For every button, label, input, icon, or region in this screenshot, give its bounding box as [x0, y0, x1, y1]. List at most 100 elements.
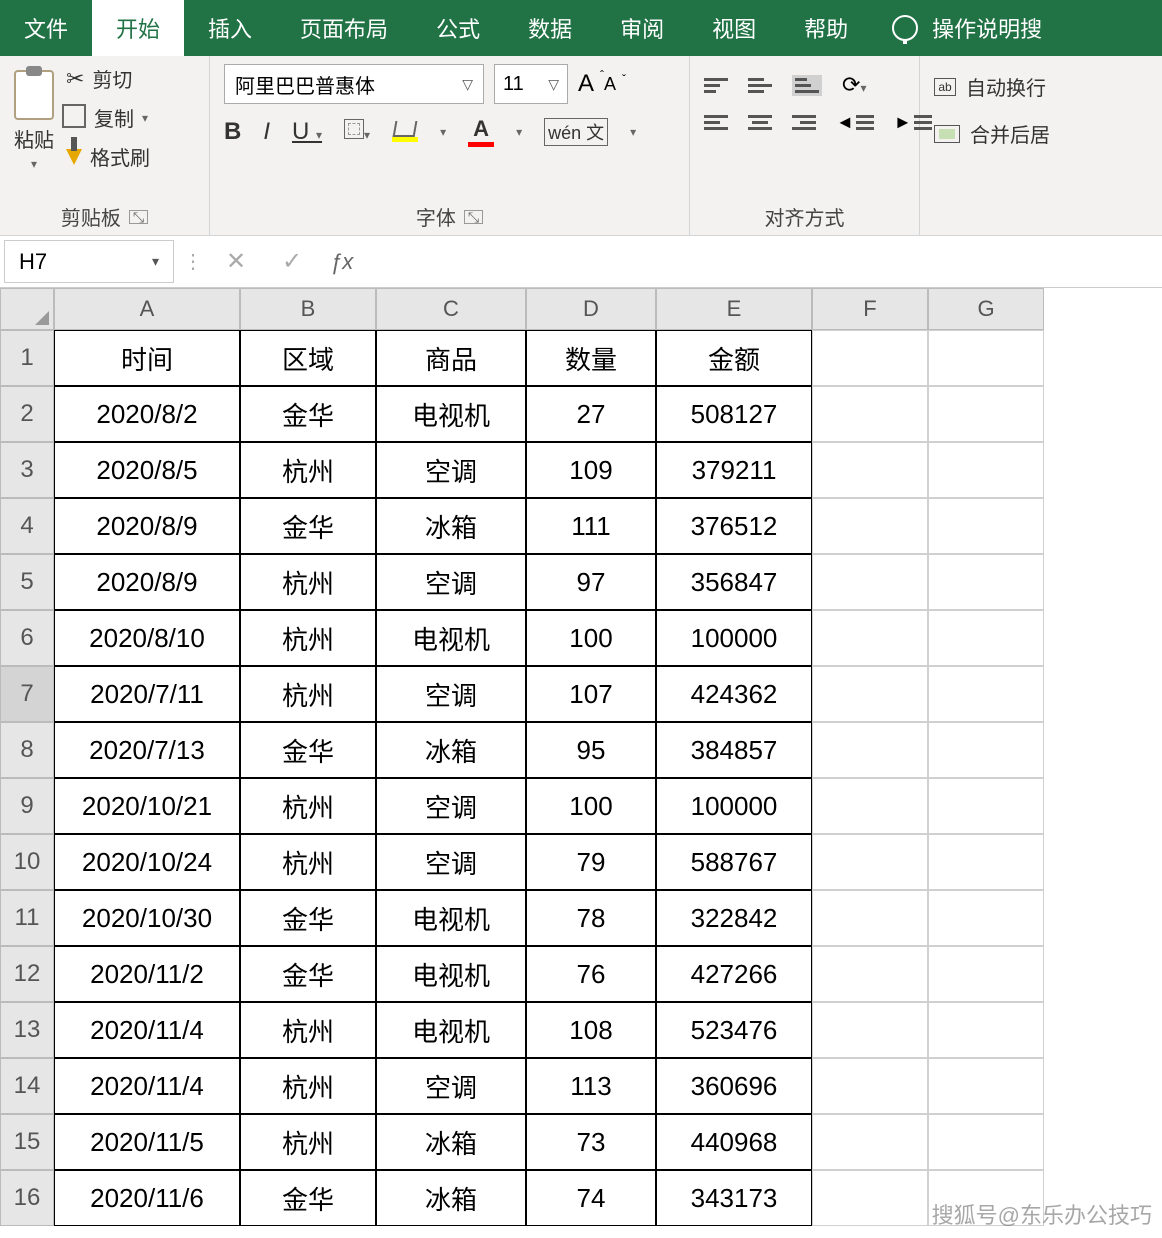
font-size-select[interactable]: 11▽: [494, 64, 568, 104]
cell[interactable]: [928, 834, 1044, 890]
cell[interactable]: 109: [526, 442, 656, 498]
worksheet-grid[interactable]: ABCDEFG1时间区域商品数量金额22020/8/2金华电视机27508127…: [0, 288, 1162, 1226]
formula-input[interactable]: [363, 236, 1162, 287]
row-header[interactable]: 14: [0, 1058, 54, 1114]
align-middle-button[interactable]: [748, 78, 772, 93]
cell[interactable]: 76: [526, 946, 656, 1002]
cell[interactable]: [928, 778, 1044, 834]
cell[interactable]: 区域: [240, 330, 376, 386]
cell[interactable]: 322842: [656, 890, 812, 946]
dialog-launcher-icon[interactable]: ⤡: [129, 210, 148, 224]
cell[interactable]: 杭州: [240, 1114, 376, 1170]
col-header-E[interactable]: E: [656, 288, 812, 330]
cell[interactable]: 金额: [656, 330, 812, 386]
cell[interactable]: [812, 666, 928, 722]
cell[interactable]: 73: [526, 1114, 656, 1170]
row-header[interactable]: 12: [0, 946, 54, 1002]
col-header-F[interactable]: F: [812, 288, 928, 330]
cell[interactable]: [928, 890, 1044, 946]
tab-视图[interactable]: 视图: [688, 0, 780, 56]
align-top-button[interactable]: [704, 78, 728, 93]
cell[interactable]: 2020/7/13: [54, 722, 240, 778]
cell[interactable]: [928, 554, 1044, 610]
cell[interactable]: 100000: [656, 778, 812, 834]
row-header[interactable]: 13: [0, 1002, 54, 1058]
cell[interactable]: 376512: [656, 498, 812, 554]
cell[interactable]: 2020/11/4: [54, 1058, 240, 1114]
phonetic-button[interactable]: wén 文: [544, 118, 608, 146]
cell[interactable]: 2020/8/5: [54, 442, 240, 498]
cell[interactable]: 108: [526, 1002, 656, 1058]
cell[interactable]: 74: [526, 1170, 656, 1226]
row-header[interactable]: 3: [0, 442, 54, 498]
cell[interactable]: 2020/8/9: [54, 554, 240, 610]
tab-文件[interactable]: 文件: [0, 0, 92, 56]
cell[interactable]: 343173: [656, 1170, 812, 1226]
cell[interactable]: [928, 1170, 1044, 1226]
col-header-D[interactable]: D: [526, 288, 656, 330]
row-header[interactable]: 8: [0, 722, 54, 778]
border-button[interactable]: ▾: [344, 118, 370, 146]
cell[interactable]: [812, 1058, 928, 1114]
row-header[interactable]: 6: [0, 610, 54, 666]
cell[interactable]: 电视机: [376, 1002, 526, 1058]
tell-me[interactable]: 操作说明搜: [932, 12, 1042, 44]
cell[interactable]: [928, 1114, 1044, 1170]
cell[interactable]: 空调: [376, 834, 526, 890]
cell[interactable]: 2020/8/9: [54, 498, 240, 554]
cell[interactable]: 数量: [526, 330, 656, 386]
cell[interactable]: 2020/11/2: [54, 946, 240, 1002]
row-header[interactable]: 5: [0, 554, 54, 610]
fx-icon[interactable]: ƒx: [320, 236, 363, 287]
paste-button[interactable]: 粘贴 ▾: [14, 64, 54, 171]
cell[interactable]: 金华: [240, 498, 376, 554]
cell[interactable]: [812, 554, 928, 610]
row-header[interactable]: 1: [0, 330, 54, 386]
decrease-font-button[interactable]: Aˇ: [604, 74, 616, 95]
cell[interactable]: 2020/10/30: [54, 890, 240, 946]
align-center-button[interactable]: [748, 115, 772, 130]
row-header[interactable]: 2: [0, 386, 54, 442]
cell[interactable]: 空调: [376, 666, 526, 722]
cell[interactable]: 金华: [240, 1170, 376, 1226]
align-bottom-button[interactable]: [792, 75, 822, 96]
cell[interactable]: 杭州: [240, 442, 376, 498]
select-all-corner[interactable]: [0, 288, 54, 330]
cell[interactable]: 379211: [656, 442, 812, 498]
cell[interactable]: 78: [526, 890, 656, 946]
copy-button[interactable]: 复制▾: [66, 103, 150, 132]
cell[interactable]: 冰箱: [376, 1170, 526, 1226]
cell[interactable]: 2020/11/6: [54, 1170, 240, 1226]
cell[interactable]: 111: [526, 498, 656, 554]
cell[interactable]: [928, 946, 1044, 1002]
tab-开始[interactable]: 开始: [92, 0, 184, 56]
cell[interactable]: 杭州: [240, 1002, 376, 1058]
align-right-button[interactable]: [792, 115, 816, 130]
cell[interactable]: 杭州: [240, 554, 376, 610]
tab-审阅[interactable]: 审阅: [596, 0, 688, 56]
cell[interactable]: 空调: [376, 554, 526, 610]
merge-center-button[interactable]: 合并后居: [934, 119, 1050, 148]
fill-color-button[interactable]: [392, 121, 418, 142]
cell[interactable]: 427266: [656, 946, 812, 1002]
cell[interactable]: 杭州: [240, 610, 376, 666]
cell[interactable]: 冰箱: [376, 498, 526, 554]
cell[interactable]: 电视机: [376, 386, 526, 442]
cell[interactable]: [812, 610, 928, 666]
cell[interactable]: 杭州: [240, 834, 376, 890]
row-header[interactable]: 15: [0, 1114, 54, 1170]
confirm-formula-button[interactable]: ✓: [264, 236, 320, 287]
cell[interactable]: [812, 1002, 928, 1058]
decrease-indent-button[interactable]: ◄: [836, 112, 874, 133]
cell[interactable]: 2020/8/2: [54, 386, 240, 442]
cell[interactable]: 2020/11/5: [54, 1114, 240, 1170]
cell[interactable]: 电视机: [376, 610, 526, 666]
cell[interactable]: 95: [526, 722, 656, 778]
row-header[interactable]: 4: [0, 498, 54, 554]
cell[interactable]: [812, 498, 928, 554]
cell[interactable]: [928, 610, 1044, 666]
cell[interactable]: 2020/10/21: [54, 778, 240, 834]
cell[interactable]: [812, 722, 928, 778]
cell[interactable]: [928, 1002, 1044, 1058]
tab-帮助[interactable]: 帮助: [780, 0, 872, 56]
